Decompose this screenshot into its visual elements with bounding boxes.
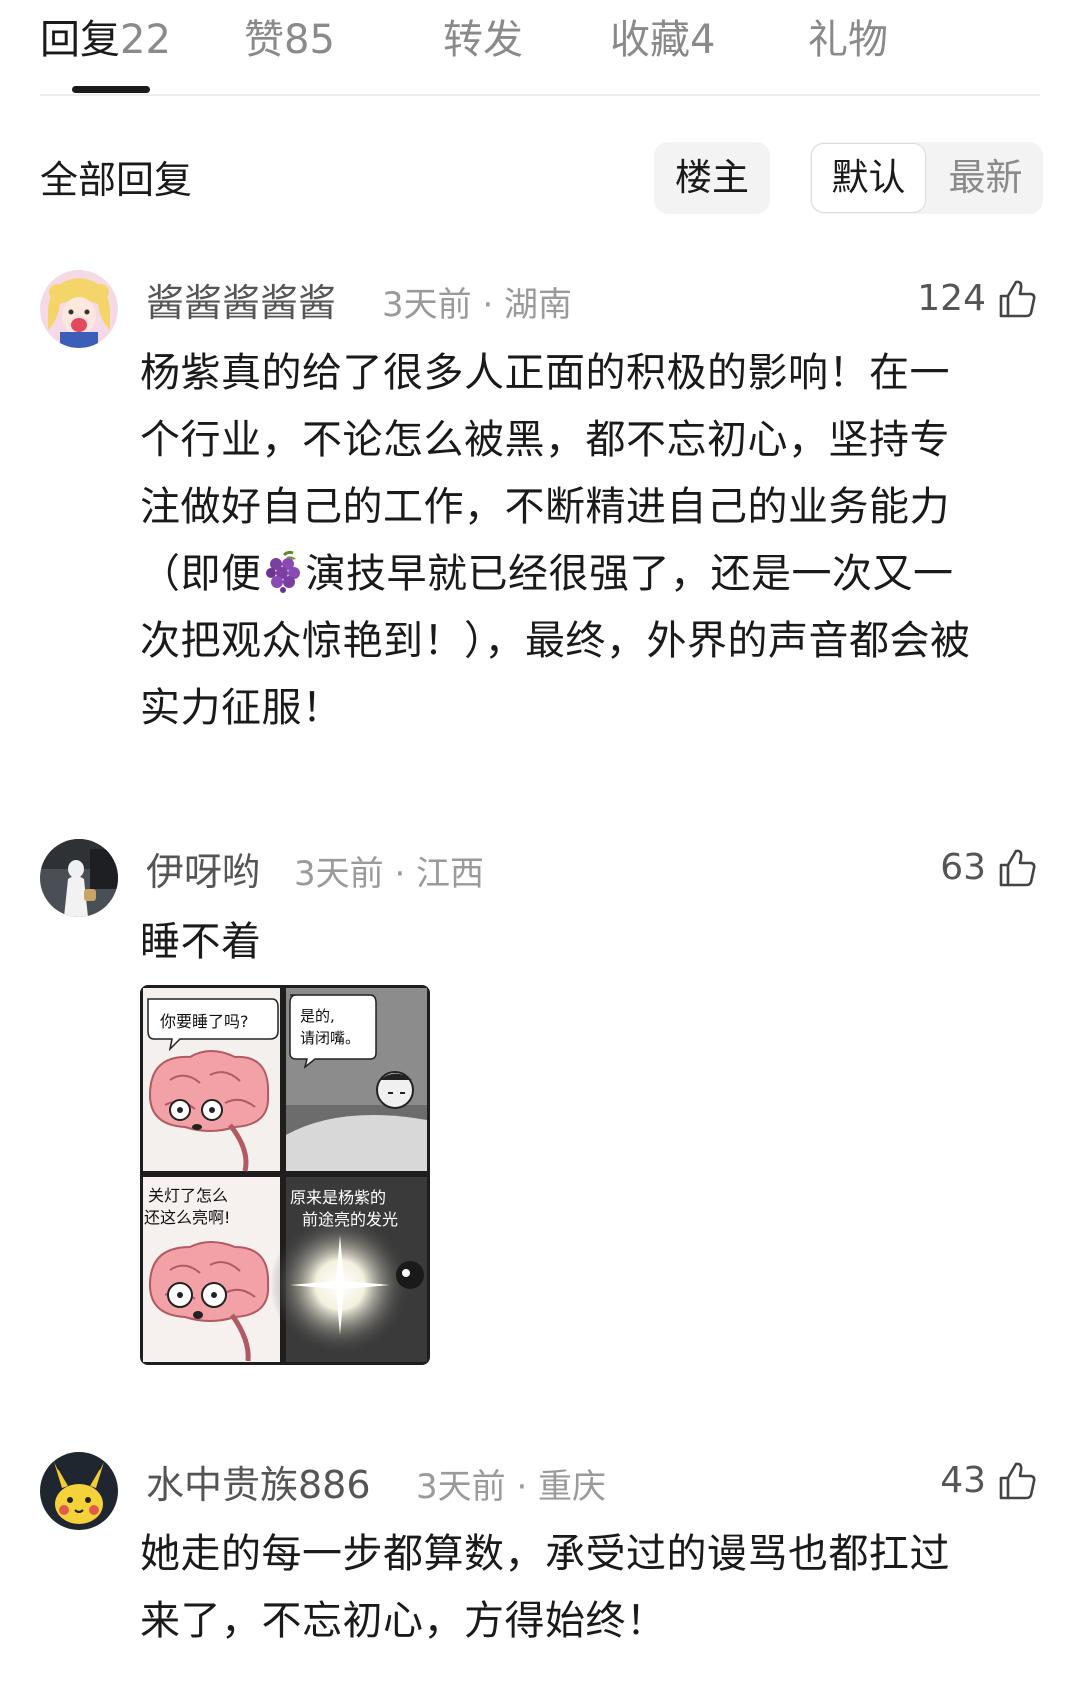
anime-girl-avatar-icon (40, 270, 118, 348)
sort-default-button[interactable]: 默认 (811, 143, 926, 213)
tab-favorites-label: 收藏 (610, 17, 690, 63)
tab-gifts-label: 礼物 (808, 17, 888, 63)
comment-text: 她走的每一步都算数，承受过的谩骂也都扛过 来了，不忘初心，方得始终！ (140, 1521, 1040, 1655)
like-count: 63 (940, 847, 986, 888)
comment-line: 个行业，不论怎么被黑，都不忘初心，坚持专 (140, 417, 950, 463)
pikachu-avatar-icon (40, 1452, 118, 1530)
tab-reposts[interactable]: 转发 (443, 14, 523, 66)
op-filter-button[interactable]: 楼主 (654, 142, 770, 214)
comment-line-part: （即便 (140, 551, 262, 597)
sort-newest-button[interactable]: 最新 (928, 142, 1043, 214)
tab-favorites[interactable]: 收藏4 (610, 14, 715, 66)
comment-meta: 3天前 · 江西 (294, 854, 485, 894)
comment-meta: 3天前 · 重庆 (416, 1467, 607, 1507)
like-count: 124 (917, 278, 986, 319)
avatar[interactable] (40, 270, 118, 348)
panel-4-text-1: 原来是杨紫的 (290, 1188, 386, 1207)
username[interactable]: 伊呀哟 (146, 847, 260, 897)
tab-bar: 回复22 赞85 转发 收藏4 礼物 (40, 0, 1040, 96)
tab-reposts-label: 转发 (443, 17, 523, 63)
tab-favorites-count: 4 (690, 17, 716, 63)
sort-toggle: 默认 最新 (810, 142, 1043, 214)
comment-line: 杨紫真的给了很多人正面的积极的影响！在一 (140, 350, 950, 396)
like-button[interactable]: 124 (917, 274, 1038, 324)
panel-3-text-2: 还这么亮啊! (144, 1208, 230, 1227)
grape-icon (265, 550, 300, 593)
avatar[interactable] (40, 839, 118, 917)
comment-image[interactable]: 你要睡了吗? 是的, 请闭嘴。 关灯了怎么 还这么亮啊! 原来是杨紫的 前途亮的… (140, 985, 430, 1365)
active-tab-indicator (72, 86, 150, 93)
tab-likes-label: 赞 (244, 17, 284, 63)
like-button[interactable]: 43 (940, 1456, 1038, 1506)
comment-text: 杨紫真的给了很多人正面的积极的影响！在一 个行业，不论怎么被黑，都不忘初心，坚持… (140, 340, 1040, 742)
panel-1-text: 你要睡了吗? (160, 1012, 249, 1031)
comment-line: 注做好自己的工作，不断精进自己的业务能力 (140, 484, 950, 530)
comment-text: 睡不着 (140, 919, 262, 965)
tab-gifts[interactable]: 礼物 (808, 14, 888, 66)
panel-3-text-1: 关灯了怎么 (148, 1186, 228, 1205)
username[interactable]: 水中贵族886 (146, 1460, 371, 1510)
comment-meta: 3天前 · 湖南 (382, 285, 573, 325)
comment-line: 来了，不忘初心，方得始终！ (140, 1598, 667, 1644)
comment-line-part: 演技早就已经很强了，还是一次又一 (305, 551, 954, 597)
tab-replies[interactable]: 回复22 (40, 14, 171, 66)
panel-2-text-2: 请闭嘴。 (300, 1029, 360, 1047)
comment-line: 次把观众惊艳到！），最终，外界的声音都会被 (140, 618, 971, 664)
thumbs-up-icon (999, 849, 1036, 887)
like-count: 43 (940, 1460, 986, 1501)
comment-line: （即便 演技早就已经很强了，还是一次又一 (140, 541, 1040, 608)
photo-avatar-icon (40, 839, 118, 917)
thumbs-up-icon (999, 280, 1036, 318)
avatar[interactable] (40, 1452, 118, 1530)
panel-2-text-1: 是的, (300, 1007, 335, 1025)
section-title: 全部回复 (40, 158, 193, 202)
brain-meme-image: 你要睡了吗? 是的, 请闭嘴。 关灯了怎么 还这么亮啊! 原来是杨紫的 前途亮的… (140, 985, 430, 1365)
comment-line: 实力征服！ (140, 685, 343, 731)
username[interactable]: 酱酱酱酱酱 (146, 278, 336, 328)
tab-replies-label: 回复 (40, 17, 120, 63)
tab-likes-count: 85 (284, 17, 335, 63)
tab-likes[interactable]: 赞85 (244, 14, 335, 66)
tab-replies-count: 22 (120, 17, 171, 63)
thumbs-up-icon (999, 1462, 1036, 1500)
like-button[interactable]: 63 (940, 843, 1038, 893)
panel-4-text-2: 前途亮的发光 (302, 1210, 398, 1229)
comment-line: 她走的每一步都算数，承受过的谩骂也都扛过 (140, 1531, 950, 1577)
